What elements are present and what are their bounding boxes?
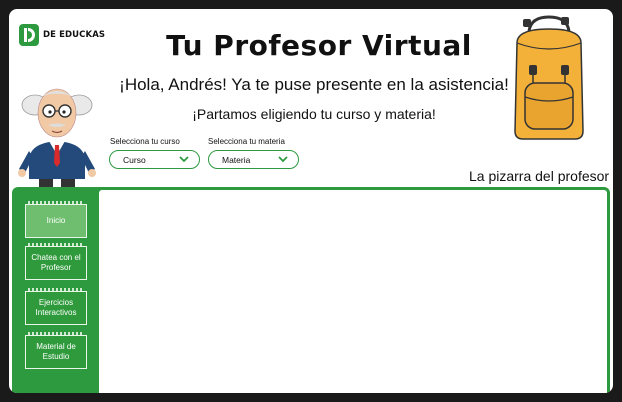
professor-illustration [18, 88, 96, 196]
subject-label: Selecciona tu materia [208, 137, 285, 146]
menu-item-chat-profesor[interactable]: Chatea con el Profesor [25, 243, 87, 280]
board-content-area[interactable] [99, 190, 607, 393]
brand-name: DE EDUCKAS [43, 30, 106, 40]
course-value: Curso [123, 154, 146, 165]
menu-item-material[interactable]: Material de Estudio [25, 332, 87, 369]
backpack-illustration [514, 15, 584, 140]
menu-item-inicio[interactable]: Inicio [25, 201, 87, 238]
menu-item-ejercicios[interactable]: Ejercicios Interactivos [25, 288, 87, 325]
brand-logo[interactable]: DE EDUCKAS [19, 24, 105, 46]
subject-select[interactable]: Materia [208, 150, 299, 169]
device-frame: DE EDUCKAS Tu Profesor Virtual ¡Hola, An… [0, 0, 622, 402]
course-label: Selecciona tu curso [110, 137, 180, 146]
app-screen: DE EDUCKAS Tu Profesor Virtual ¡Hola, An… [9, 9, 613, 393]
course-select[interactable]: Curso [109, 150, 200, 169]
logo-icon [19, 24, 39, 46]
greeting-text: ¡Hola, Andrés! Ya te puse presente en la… [119, 75, 509, 94]
page-title: Tu Profesor Virtual [166, 29, 472, 62]
chevron-down-icon [179, 156, 189, 163]
subject-value: Materia [222, 154, 251, 165]
menu-item-label: Material de Estudio [36, 342, 76, 361]
menu-item-label: Inicio [46, 216, 66, 225]
chalkboard-panel: Inicio Chatea con el Profesor Ejercicios… [12, 187, 610, 393]
menu-item-label: Chatea con el Profesor [31, 253, 81, 272]
board-title: La pizarra del profesor [469, 168, 610, 184]
subtitle-text: ¡Partamos eligiendo tu curso y materia! [192, 106, 436, 122]
menu-item-label: Ejercicios Interactivos [35, 298, 77, 317]
chevron-down-icon [278, 156, 288, 163]
